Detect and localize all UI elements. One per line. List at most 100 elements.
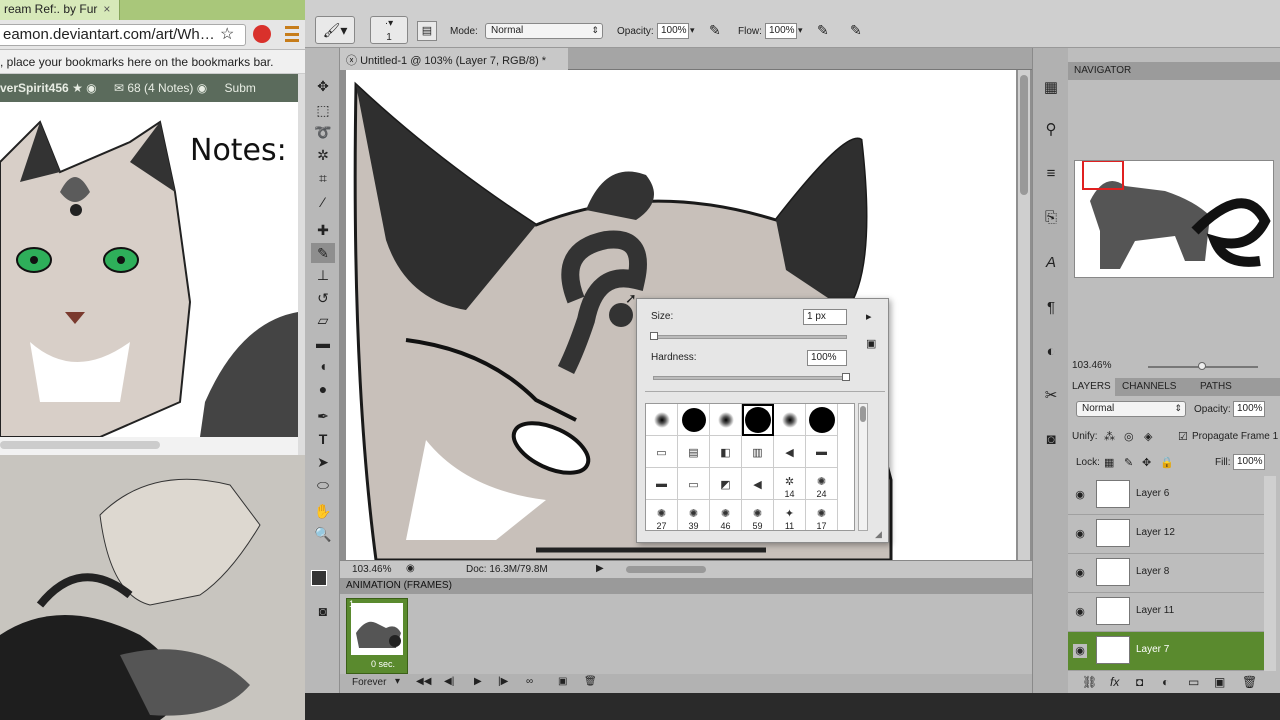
brush-hard-round[interactable] [806,404,838,436]
flow-field[interactable]: 100% [765,23,797,39]
history-brush-tool-icon[interactable]: ↺ [311,288,335,308]
delete-layer-icon[interactable]: 🗑 [1242,675,1257,689]
loop-dropdown-arrow[interactable]: ▾ [395,676,400,687]
slider-thumb[interactable] [650,332,658,340]
3d-icon[interactable]: ◙ [1039,428,1063,452]
zoom-tool-icon[interactable]: 🔍 [311,524,335,544]
lasso-tool-icon[interactable]: ➰ [311,122,335,142]
brush-tip[interactable]: ▭ [646,436,678,468]
brush-tip[interactable]: ✲ 14 [774,468,806,500]
slider-thumb[interactable] [1198,362,1206,370]
browser-tab[interactable]: ream Ref:. by Fur × [0,0,120,20]
airbrush-icon[interactable]: ✎ [817,22,829,39]
lock-pixels-icon[interactable]: ✎ [1124,456,1133,469]
unify-visibility-icon[interactable]: ◎ [1124,430,1134,443]
eyedropper-tool-icon[interactable]: ⁄ [311,192,335,212]
layer-row[interactable]: ◉ Layer 8 [1068,554,1264,593]
brush-tip[interactable]: ✺ 27 [646,500,678,530]
brush-tip[interactable]: ▥ [742,436,774,468]
gradient-tool-icon[interactable]: ▬ [311,333,335,353]
close-icon[interactable]: ⓧ [346,55,360,67]
crop-tool-icon[interactable]: ⌗ [311,168,335,188]
brush-tip[interactable]: ◩ [710,468,742,500]
quick-select-tool-icon[interactable]: ✲ [311,145,335,165]
delete-frame-icon[interactable]: 🗑 [584,676,597,687]
horizontal-scrollbar[interactable] [0,437,298,455]
eye-icon[interactable]: ◉ [1073,566,1087,580]
pen-tool-icon[interactable]: ✒ [311,406,335,426]
resize-grip-icon[interactable]: ◢ [875,529,882,540]
fx-icon[interactable]: fx [1110,675,1119,689]
address-bar[interactable]: eamon.deviantart.com/art/Wh… [0,24,246,46]
eye-icon[interactable]: ◉ [1073,644,1087,658]
brush-tip[interactable]: ✺ 39 [678,500,710,530]
document-tab[interactable]: ⓧ Untitled-1 @ 103% (Layer 7, RGB/8) * [340,48,568,70]
close-icon[interactable]: × [103,2,110,16]
brush-soft-round[interactable] [774,404,806,436]
save-preset-icon[interactable]: ▣ [866,337,876,350]
shape-tool-icon[interactable]: ⬭ [311,475,335,495]
menu-icon[interactable] [285,26,299,42]
scrollbar-thumb[interactable] [860,406,866,422]
layer-row[interactable]: ◉ Layer 12 [1068,515,1264,554]
doc-vertical-scrollbar[interactable] [1018,70,1030,560]
navigator-zoom-slider[interactable] [1148,362,1258,370]
status-info-icon[interactable]: ◉ [406,563,415,574]
brush-presets-icon[interactable]: ≡ [1039,162,1063,186]
brush-tip[interactable]: ▤ [678,436,710,468]
tool-preset-picker[interactable]: 🖌▾ [315,16,355,44]
brush-tip[interactable]: ▬ [806,436,838,468]
layer-row[interactable]: ◉ Layer 11 [1068,593,1264,632]
paragraph-icon[interactable]: ¶ [1039,296,1063,320]
fill-field[interactable]: 100% [1233,454,1265,470]
stamp-tool-icon[interactable]: ⊥ [311,265,335,285]
brush-tip[interactable]: ✺ 17 [806,500,838,530]
brush-tool-icon[interactable]: ✎ [311,243,335,263]
adjustment-layer-icon[interactable]: ◐ [1162,675,1169,689]
layers-scrollbar[interactable] [1264,476,1276,671]
tool-presets-icon[interactable]: ✂ [1039,384,1063,408]
healing-brush-tool-icon[interactable]: ✚ [311,220,335,240]
type-tool-icon[interactable]: T [311,429,335,449]
navigator-thumbnail[interactable] [1074,160,1274,278]
move-tool-icon[interactable]: ✥ [311,76,335,96]
propagate-checkbox[interactable]: ☑ [1178,430,1188,443]
brush-tip[interactable]: ▬ [646,468,678,500]
tab-paths[interactable]: PATHS [1196,378,1236,396]
brush-hard-round-selected[interactable] [742,404,774,436]
pen-pressure-size-icon[interactable]: ✎ [850,22,862,39]
extension-icon[interactable] [253,25,271,43]
mode-select[interactable]: Normal [485,23,603,39]
histogram-icon[interactable]: ▦ [1039,76,1063,100]
actions-icon[interactable]: ⚲ [1039,118,1063,142]
notes-count[interactable]: 68 (4 Notes) [127,81,193,95]
opacity-field[interactable]: 100% [657,23,689,39]
vertical-scrollbar[interactable] [298,74,305,455]
brush-soft-round[interactable] [646,404,678,436]
brush-tip[interactable]: ◀ [774,436,806,468]
brush-tip[interactable]: ◀ [742,468,774,500]
brush-tip[interactable]: ◧ [710,436,742,468]
tween-icon[interactable]: ∞ [526,676,533,687]
brush-tip[interactable]: ▭ [678,468,710,500]
brush-soft-round[interactable] [710,404,742,436]
animation-frame[interactable]: 1 0 sec. [346,598,408,674]
flow-dropdown-arrow[interactable]: ▾ [798,25,803,36]
marquee-tool-icon[interactable]: ⬚ [311,100,335,120]
adjustments-icon[interactable]: ◐ [1039,340,1063,364]
popup-menu-arrow-icon[interactable]: ▸ [866,310,872,323]
dodge-tool-icon[interactable]: ● [311,379,335,399]
pen-pressure-opacity-icon[interactable]: ✎ [709,22,721,39]
character-icon[interactable]: A [1039,251,1063,275]
layer-row[interactable]: ◉ Layer 6 [1068,476,1264,515]
first-frame-icon[interactable]: ◀◀ [416,676,431,687]
play-icon[interactable]: ▶ [474,676,482,687]
tab-channels[interactable]: CHANNELS [1118,378,1180,396]
brush-panel-toggle-icon[interactable]: ▤ [417,21,437,41]
eye-icon[interactable]: ◉ [1073,488,1087,502]
submit-link[interactable]: Subm [225,81,256,95]
status-menu-arrow-icon[interactable]: ▶ [596,563,604,574]
hand-tool-icon[interactable]: ✋ [311,501,335,521]
path-select-tool-icon[interactable]: ➤ [311,452,335,472]
bookmark-star-icon[interactable]: ☆ [220,24,234,44]
